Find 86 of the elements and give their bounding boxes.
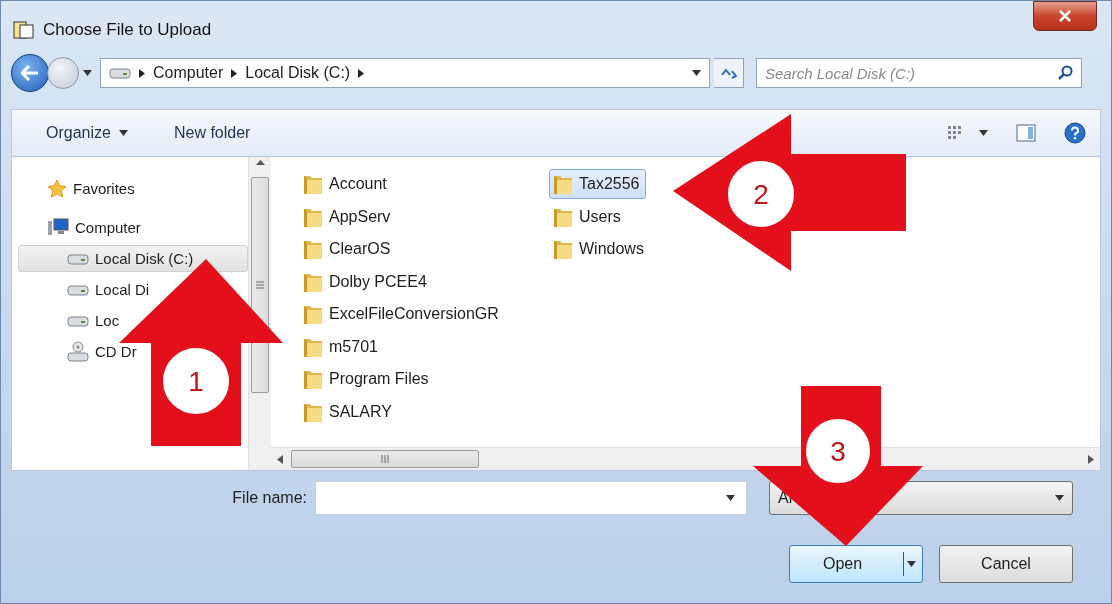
folder-icon [553, 173, 573, 195]
caret-icon [1055, 495, 1064, 501]
vertical-scrollbar[interactable] [248, 157, 271, 470]
folder-icon [303, 368, 323, 390]
folder-item[interactable]: Account [299, 169, 393, 199]
sidebar-item[interactable]: Loc [18, 307, 121, 334]
sidebar-item[interactable]: CD Dr [18, 338, 138, 365]
help-icon [1064, 122, 1086, 144]
folder-name: AppServ [329, 207, 391, 226]
file-name-label: File name: [232, 489, 307, 507]
sidebar-label: CD Dr [95, 343, 137, 360]
sidebar-label: Favorites [73, 180, 135, 197]
folder-icon [553, 238, 573, 260]
folder-item[interactable]: SALARY [299, 396, 398, 427]
window-icon [13, 20, 35, 40]
breadcrumb[interactable]: Local Disk (C:) [245, 64, 351, 82]
caret-icon [903, 552, 918, 576]
view-button[interactable] [947, 125, 988, 141]
folder-item[interactable]: Program Files [299, 364, 435, 394]
folder-item[interactable]: ClearOS [299, 234, 397, 264]
folder-icon [303, 173, 323, 195]
drive-icon [67, 283, 89, 296]
folder-name: Dolby PCEE4 [329, 272, 427, 291]
folder-item[interactable]: ExcelFileConversionGR [299, 299, 505, 329]
caret-icon [83, 70, 92, 76]
breadcrumb[interactable]: Computer [153, 64, 224, 82]
back-arrow-icon [21, 65, 39, 81]
back-button[interactable] [11, 54, 49, 92]
window-title: Choose File to Upload [43, 20, 212, 40]
folder-name: Account [329, 175, 387, 193]
close-button[interactable] [1033, 1, 1097, 31]
caret-icon [692, 70, 701, 76]
drive-icon [67, 314, 89, 327]
sidebar-item[interactable]: Local Di [18, 276, 151, 303]
organize-button[interactable]: Organize [46, 120, 128, 146]
drive-icon [109, 67, 131, 79]
cancel-button[interactable]: Cancel [939, 545, 1073, 583]
caret-icon [979, 130, 988, 136]
folder-icon [303, 303, 323, 325]
search-field[interactable]: Search Local Disk (C:) [756, 58, 1082, 88]
folder-name: Windows [579, 240, 644, 258]
chevron-icon [231, 68, 238, 78]
refresh-icon [720, 67, 737, 79]
folder-name: ExcelFileConversionGR [329, 305, 499, 323]
star-icon [47, 178, 67, 199]
folder-item[interactable]: Tax2556 [549, 169, 646, 199]
sidebar-label: Local Di [95, 281, 150, 298]
step-number: 2 [753, 179, 769, 210]
folder-name: ClearOS [329, 240, 391, 258]
address-bar[interactable]: Computer Local Disk (C:) [100, 58, 710, 88]
folder-name: Users [579, 207, 621, 226]
folder-item[interactable]: AppServ [299, 201, 397, 232]
new-folder-button[interactable]: New folder [173, 120, 251, 146]
refresh-button[interactable] [714, 58, 744, 88]
scroll-right-icon [1088, 454, 1094, 464]
caret-icon [118, 130, 128, 136]
folder-item[interactable]: m5701 [299, 331, 384, 362]
scroll-left-icon [277, 454, 283, 464]
sidebar-label: Local Disk (C:) [95, 250, 194, 267]
caret-icon [726, 495, 735, 501]
chevron-icon [358, 68, 365, 78]
close-icon [1058, 10, 1072, 22]
folder-name: SALARY [329, 402, 392, 421]
folder-name: m5701 [329, 337, 378, 356]
folder-item[interactable]: Users [549, 201, 627, 232]
sidebar-item[interactable]: Computer [18, 214, 142, 241]
folder-icon [303, 238, 323, 260]
sidebar-label: Loc [95, 312, 120, 329]
computer-icon [47, 217, 69, 238]
step-number: 1 [188, 366, 204, 397]
folder-name: Program Files [329, 370, 429, 388]
open-button[interactable]: Open [789, 545, 923, 583]
file-name-field[interactable] [315, 481, 747, 515]
folder-item[interactable]: Dolby PCEE4 [299, 266, 433, 297]
cd-drive-icon [67, 340, 89, 363]
sidebar-label: Computer [75, 219, 141, 236]
folder-item[interactable]: Windows [549, 234, 650, 264]
sidebar-item[interactable]: Favorites [18, 175, 136, 202]
scrollbar-thumb[interactable] [291, 450, 479, 468]
sidebar-item[interactable]: Local Disk (C:) [18, 245, 248, 272]
folder-name: Tax2556 [579, 175, 640, 193]
drive-icon [67, 252, 89, 265]
step-number: 3 [830, 436, 846, 467]
chevron-icon [139, 68, 145, 78]
search-icon [1058, 65, 1074, 81]
preview-pane-icon [1016, 124, 1036, 142]
